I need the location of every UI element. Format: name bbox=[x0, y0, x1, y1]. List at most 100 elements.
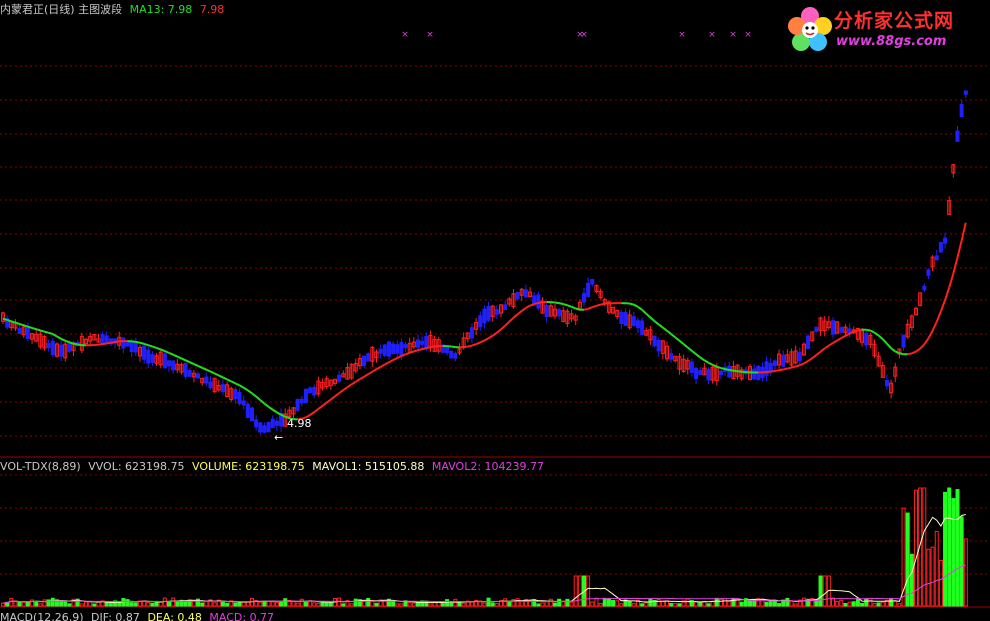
chart-canvas[interactable]: × × ×× × × × × 4.98 ← bbox=[0, 0, 990, 621]
flower-logo-icon bbox=[788, 7, 832, 51]
ma13-segment bbox=[355, 378, 361, 383]
ma13-segment bbox=[430, 345, 435, 349]
volume-bar bbox=[640, 603, 645, 607]
ma13-segment bbox=[649, 316, 656, 322]
ma13-segment bbox=[243, 386, 249, 392]
volume-bar bbox=[84, 601, 88, 607]
volume-bar bbox=[395, 603, 400, 607]
volume-bar bbox=[768, 601, 773, 607]
volume-bar bbox=[963, 538, 968, 607]
candle-body bbox=[366, 353, 371, 362]
ma13-segment bbox=[6, 319, 12, 323]
ma13-segment bbox=[483, 337, 490, 342]
candle-body bbox=[133, 342, 138, 353]
ma13-segment bbox=[214, 372, 220, 377]
ma13-segment bbox=[911, 350, 917, 355]
vvol-readout: VVOL: 623198.75 bbox=[88, 460, 185, 473]
candle-body bbox=[536, 294, 541, 309]
ma13-segment bbox=[19, 323, 25, 327]
volume-bar bbox=[855, 597, 860, 607]
candle-body bbox=[449, 350, 454, 359]
volume-bar bbox=[831, 597, 835, 607]
ma13-segment bbox=[516, 310, 523, 316]
ma13-segment bbox=[426, 346, 431, 350]
candle-body bbox=[167, 360, 171, 367]
candle-body bbox=[864, 332, 869, 346]
ma13-segment bbox=[799, 362, 805, 367]
volume-bar bbox=[710, 600, 715, 607]
ma13-segment bbox=[877, 334, 884, 340]
volume-bars bbox=[1, 487, 968, 607]
ma13-segment bbox=[247, 389, 253, 395]
volume-bar bbox=[374, 602, 379, 607]
volume-bar bbox=[328, 602, 333, 607]
signal-marker: × bbox=[708, 30, 716, 40]
candle-body bbox=[146, 349, 151, 364]
ma13-segment bbox=[591, 304, 597, 309]
volume-bar bbox=[718, 598, 723, 607]
ma13-segment bbox=[23, 324, 29, 328]
volume-bar bbox=[548, 598, 553, 607]
candle-body bbox=[258, 422, 263, 433]
candle-body bbox=[59, 344, 64, 357]
ma13-segment bbox=[915, 347, 921, 353]
volume-bar bbox=[312, 602, 317, 607]
ma13-segment bbox=[869, 329, 875, 334]
volume-bar bbox=[835, 601, 840, 607]
ma13-segment bbox=[666, 329, 672, 335]
volume-bar bbox=[536, 603, 541, 607]
ma13-segment bbox=[948, 273, 955, 288]
volume-bar bbox=[860, 602, 865, 607]
candle-body bbox=[772, 360, 777, 367]
volume-bar bbox=[822, 575, 827, 607]
ma13-segment bbox=[60, 337, 66, 342]
candle-body bbox=[453, 352, 458, 359]
ma13-segment bbox=[313, 408, 320, 413]
volume-bar bbox=[619, 603, 624, 607]
volume-bar bbox=[25, 601, 30, 607]
ma13-segment bbox=[708, 361, 714, 366]
ma13-segment bbox=[952, 257, 959, 274]
volume-bar bbox=[590, 601, 595, 607]
ma13-segment bbox=[272, 408, 278, 414]
candle-body bbox=[121, 337, 126, 349]
volume-bar bbox=[926, 548, 931, 607]
candle-body bbox=[727, 365, 732, 378]
candle-body bbox=[938, 242, 943, 253]
ma13-segment bbox=[811, 354, 818, 359]
volume-bar bbox=[586, 575, 591, 607]
ma13-segment bbox=[359, 375, 365, 381]
ma13-segment bbox=[678, 339, 685, 345]
volume-bar bbox=[631, 603, 636, 607]
ma13-segment bbox=[351, 380, 357, 386]
volume-bar bbox=[303, 601, 308, 607]
volume-bar bbox=[706, 603, 711, 607]
candle-body bbox=[46, 343, 51, 349]
candle-body bbox=[781, 354, 786, 367]
ma13-segment bbox=[703, 359, 710, 364]
candle-body bbox=[241, 400, 246, 406]
ma13-segment bbox=[139, 341, 145, 345]
candle-body bbox=[308, 387, 313, 394]
ma13-segment bbox=[508, 317, 515, 323]
candle-body bbox=[764, 361, 769, 376]
candle-body bbox=[482, 308, 487, 324]
volume-bar bbox=[868, 598, 873, 607]
candle-body bbox=[142, 345, 147, 360]
volume-bar bbox=[353, 598, 358, 607]
volume-bar bbox=[565, 598, 570, 607]
ma13-segment bbox=[637, 305, 643, 311]
candle-body bbox=[100, 334, 105, 344]
ma13-segment bbox=[189, 361, 195, 365]
volume-bar bbox=[233, 602, 238, 607]
candle-body bbox=[934, 255, 939, 261]
ma13-segment bbox=[558, 302, 564, 306]
ma13-segment bbox=[923, 337, 930, 345]
ma13-segment bbox=[641, 309, 647, 315]
volume-bar bbox=[407, 602, 412, 607]
volume-bar bbox=[341, 603, 346, 607]
volume-bar bbox=[847, 601, 852, 607]
volume-bar bbox=[615, 600, 620, 607]
volume-bar bbox=[764, 601, 769, 607]
ma13-segment bbox=[716, 365, 722, 369]
